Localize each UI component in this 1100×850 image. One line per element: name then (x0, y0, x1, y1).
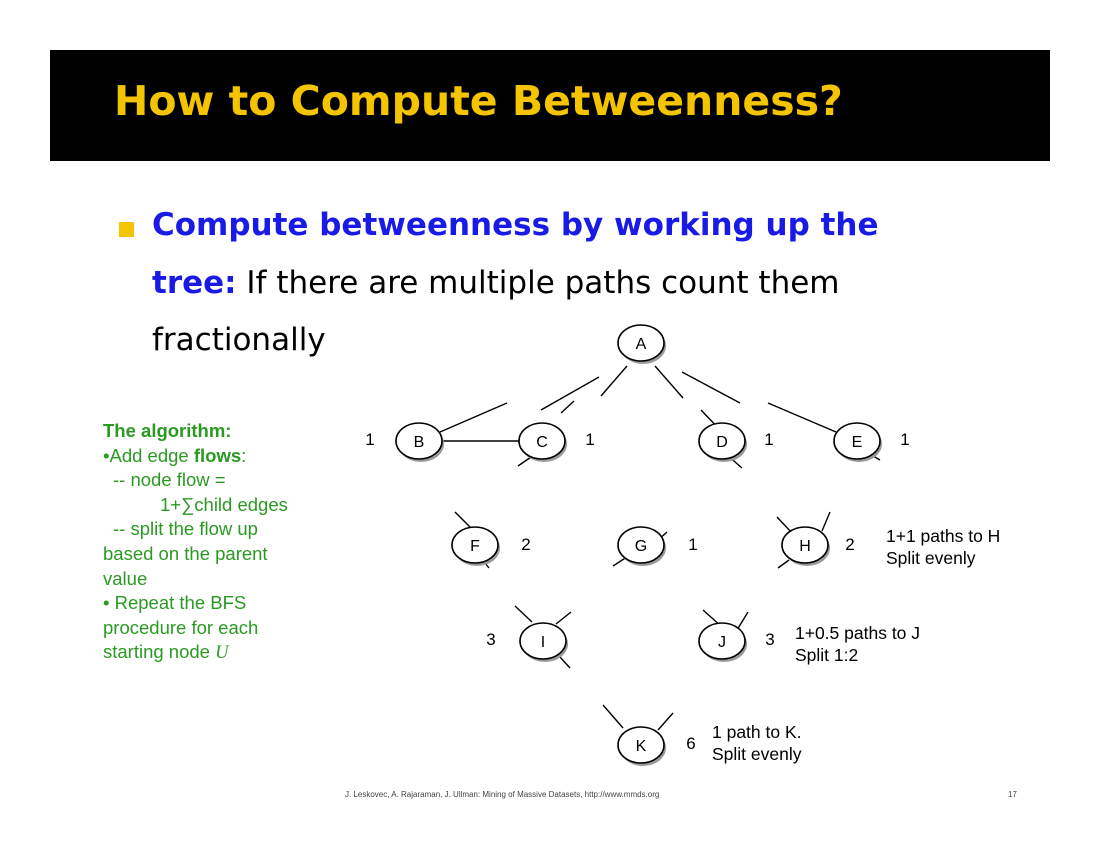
edge-stub (559, 656, 571, 669)
note-k: 1 path to K. Split evenly (712, 721, 802, 765)
node-value-h: 2 (845, 535, 854, 554)
edge-stub (657, 712, 674, 731)
node-label-h: H (799, 538, 811, 555)
edge-stub (821, 511, 831, 532)
note-k-line1: 1 path to K. (712, 722, 802, 742)
edge-stub (514, 605, 533, 623)
node-value-b: 1 (365, 430, 374, 449)
note-h-line1: 1+1 paths to H (886, 526, 1001, 546)
note-j: 1+0.5 paths to J Split 1:2 (795, 622, 920, 666)
betweenness-tree-diagram: A B 1 C 1 D 1 E 1 F 2 G 1 H 2 I 3 J 3 K 6 (365, 324, 910, 766)
node-value-f: 2 (521, 535, 530, 554)
edge-d-e (767, 402, 837, 433)
edge-stub (602, 704, 624, 729)
note-k-line2: Split evenly (712, 744, 802, 764)
edge-b-c (439, 402, 508, 433)
node-label-j: J (718, 634, 726, 651)
note-h: 1+1 paths to H Split evenly (886, 525, 1000, 569)
node-label-f: F (470, 538, 480, 555)
node-value-j: 3 (765, 630, 774, 649)
node-label-i: I (541, 634, 545, 651)
note-j-line2: Split 1:2 (795, 645, 859, 665)
edge-a-e (681, 371, 741, 404)
node-label-e: E (852, 434, 863, 451)
edge-stub (555, 611, 572, 625)
edge-stub (736, 611, 749, 631)
note-h-line2: Split evenly (886, 548, 976, 568)
page-number: 17 (1008, 790, 1017, 799)
node-label-k: K (636, 738, 647, 755)
node-value-i: 3 (486, 630, 495, 649)
edge-stub (777, 559, 790, 569)
edge-stub (560, 400, 575, 414)
edge-a-d (654, 365, 684, 399)
node-value-d: 1 (764, 430, 773, 449)
node-label-d: D (716, 434, 728, 451)
node-value-k: 6 (686, 734, 695, 753)
node-label-b: B (414, 434, 425, 451)
edge-a-c (600, 365, 628, 397)
node-value-g: 1 (688, 535, 697, 554)
node-label-a: A (636, 336, 647, 353)
node-value-c: 1 (585, 430, 594, 449)
node-label-c: C (536, 434, 548, 451)
footer-citation: J. Leskovec, A. Rajaraman, J. Ullman: Mi… (345, 790, 660, 799)
note-j-line1: 1+0.5 paths to J (795, 623, 921, 643)
node-label-g: G (635, 538, 647, 555)
node-value-e: 1 (900, 430, 909, 449)
